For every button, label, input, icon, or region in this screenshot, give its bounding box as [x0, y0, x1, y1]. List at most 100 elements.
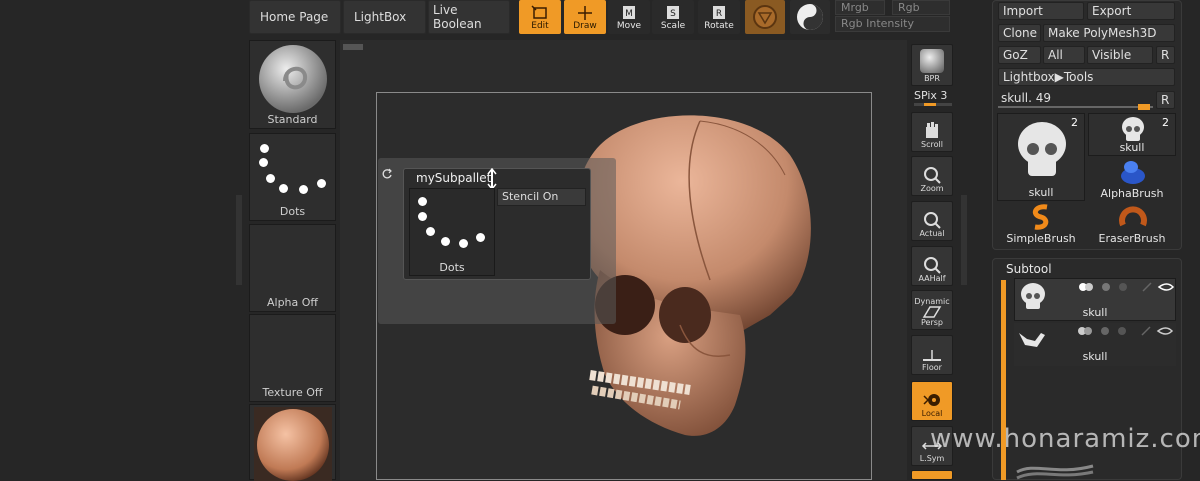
bpr-label: BPR — [924, 74, 940, 83]
scroll-label: Scroll — [921, 140, 943, 149]
lightbox-button[interactable]: LightBox — [343, 0, 426, 34]
scroll-button[interactable]: Scroll — [911, 112, 953, 152]
stroke-label: Dots — [279, 205, 306, 218]
left-shelf-handle[interactable] — [236, 195, 242, 285]
subpalette-title: mySubpallet — [416, 171, 492, 185]
aahalf-icon — [924, 257, 941, 274]
rotate-tool-button[interactable]: R Rotate — [698, 0, 740, 34]
export-button[interactable]: Export — [1087, 2, 1175, 20]
scale-tool-button[interactable]: S Scale — [652, 0, 694, 34]
clone-button[interactable]: Clone — [998, 24, 1041, 42]
subtool-item-skull-1[interactable]: skull — [1014, 278, 1176, 321]
lightbox-tools-label: Lightbox▶Tools — [1003, 70, 1094, 84]
aahalf-label: AAHalf — [918, 274, 946, 283]
draw-label: Draw — [573, 21, 597, 31]
scale-icon: S — [667, 6, 679, 19]
spix-label: SPix 3 — [914, 89, 948, 102]
material-icon — [753, 5, 777, 29]
edit-tool-button[interactable]: Edit — [519, 0, 561, 34]
persp-button[interactable]: Dynamic Persp — [911, 290, 953, 330]
visible-button[interactable]: Visible — [1087, 46, 1153, 64]
local-label: Local — [921, 409, 943, 418]
actual-button[interactable]: Actual — [911, 201, 953, 241]
yin-yang-icon — [797, 4, 823, 30]
tool-slider[interactable] — [998, 104, 1153, 110]
stroke-dot — [418, 197, 427, 206]
goz-button[interactable]: GoZ — [998, 46, 1041, 64]
eraserbrush-label: EraserBrush — [1098, 232, 1166, 245]
simplebrush-label: SimpleBrush — [1006, 232, 1076, 245]
skull-thumb-label: skull — [1028, 186, 1054, 199]
refresh-icon[interactable] — [381, 168, 393, 180]
stroke-dot — [459, 239, 468, 248]
edit-label: Edit — [531, 21, 549, 31]
r-label-2: R — [1161, 93, 1170, 107]
skull-small-thumb-label: skull — [1119, 141, 1145, 154]
spix-slider[interactable] — [914, 103, 952, 106]
zoom-button[interactable]: Zoom — [911, 156, 953, 196]
rgb-intensity-slider[interactable]: Rgb Intensity — [835, 16, 950, 32]
subtool-toggles-icon[interactable] — [1061, 281, 1175, 293]
aahalf-button[interactable]: AAHalf — [911, 246, 953, 286]
stencil-on-button[interactable]: Stencil On — [497, 188, 586, 206]
floor-label: Floor — [922, 363, 942, 372]
material-slot[interactable] — [249, 404, 336, 481]
import-button[interactable]: Import — [998, 2, 1084, 20]
live-boolean-button[interactable]: Live Boolean — [428, 0, 510, 34]
lightbox-tools-button[interactable]: Lightbox▶Tools — [998, 68, 1175, 86]
rotate-icon: R — [713, 6, 725, 19]
svg-text:R: R — [716, 9, 722, 19]
zoom-icon — [924, 167, 941, 184]
floor-button[interactable]: Floor — [911, 335, 953, 375]
draw-tool-button[interactable]: Draw — [564, 0, 606, 34]
material-button[interactable] — [745, 0, 785, 34]
export-label: Export — [1092, 4, 1132, 18]
scale-label: Scale — [660, 21, 686, 31]
tool-thumb-eraserbrush[interactable]: EraserBrush — [1088, 203, 1176, 246]
xyz-button[interactable] — [911, 470, 953, 480]
right-shelf-handle[interactable] — [961, 195, 967, 285]
r-button-2[interactable]: R — [1156, 91, 1175, 109]
brush-slot[interactable]: Standard — [249, 40, 336, 129]
tool-thumb-skull-small[interactable]: 2 skull — [1088, 113, 1176, 156]
stroke-slot[interactable]: Dots — [249, 133, 336, 221]
subpalette-stroke-slot[interactable]: Dots — [409, 188, 495, 276]
stroke-dot — [418, 212, 427, 221]
make-polymesh-button[interactable]: Make PolyMesh3D — [1043, 24, 1175, 42]
svg-text:S: S — [670, 9, 676, 19]
rgb-field[interactable]: Rgb — [892, 0, 950, 15]
actual-label: Actual — [919, 229, 945, 238]
rgb-intensity-label: Rgb Intensity — [841, 17, 914, 30]
spix-slider-fill — [924, 103, 936, 106]
r-button[interactable]: R — [1156, 46, 1175, 64]
bpr-button[interactable]: BPR — [911, 44, 953, 86]
home-page-button[interactable]: Home Page — [249, 0, 341, 34]
texture-slot[interactable]: Texture Off — [249, 314, 336, 402]
gradient-button[interactable] — [790, 0, 830, 34]
stroke-dot — [426, 227, 435, 236]
material-sphere-icon — [254, 407, 332, 481]
watermark-text: www.honaramiz.com — [930, 424, 1200, 454]
home-page-label: Home Page — [260, 10, 329, 24]
dynamic-label: Dynamic — [914, 297, 950, 306]
stroke-dot — [266, 174, 275, 183]
tool-thumb-simplebrush[interactable]: SimpleBrush — [997, 203, 1085, 246]
subtool-toggles-icon[interactable] — [1060, 325, 1174, 337]
live-boolean-label: Live Boolean — [433, 3, 482, 31]
simple-brush-icon — [1032, 204, 1049, 230]
resize-arrow-icon[interactable] — [486, 168, 498, 190]
alpha-slot[interactable]: Alpha Off — [249, 224, 336, 312]
clone-label: Clone — [1003, 26, 1038, 40]
canvas-progress — [343, 44, 363, 50]
subtool-item-skull-2[interactable]: skull — [1014, 323, 1176, 366]
all-button[interactable]: All — [1043, 46, 1085, 64]
stencil-on-label: Stencil On — [502, 190, 559, 203]
r-label: R — [1161, 48, 1170, 62]
local-button[interactable]: Local — [911, 381, 953, 421]
move-tool-button[interactable]: M Move — [608, 0, 650, 34]
tool-thumb-alphabrush[interactable]: AlphaBrush — [1088, 158, 1176, 201]
import-label: Import — [1003, 4, 1043, 18]
mrgb-field[interactable]: Mrgb — [835, 0, 885, 15]
stroke-dot — [317, 179, 326, 188]
tool-thumb-skull-large[interactable]: 2 skull — [997, 113, 1085, 201]
